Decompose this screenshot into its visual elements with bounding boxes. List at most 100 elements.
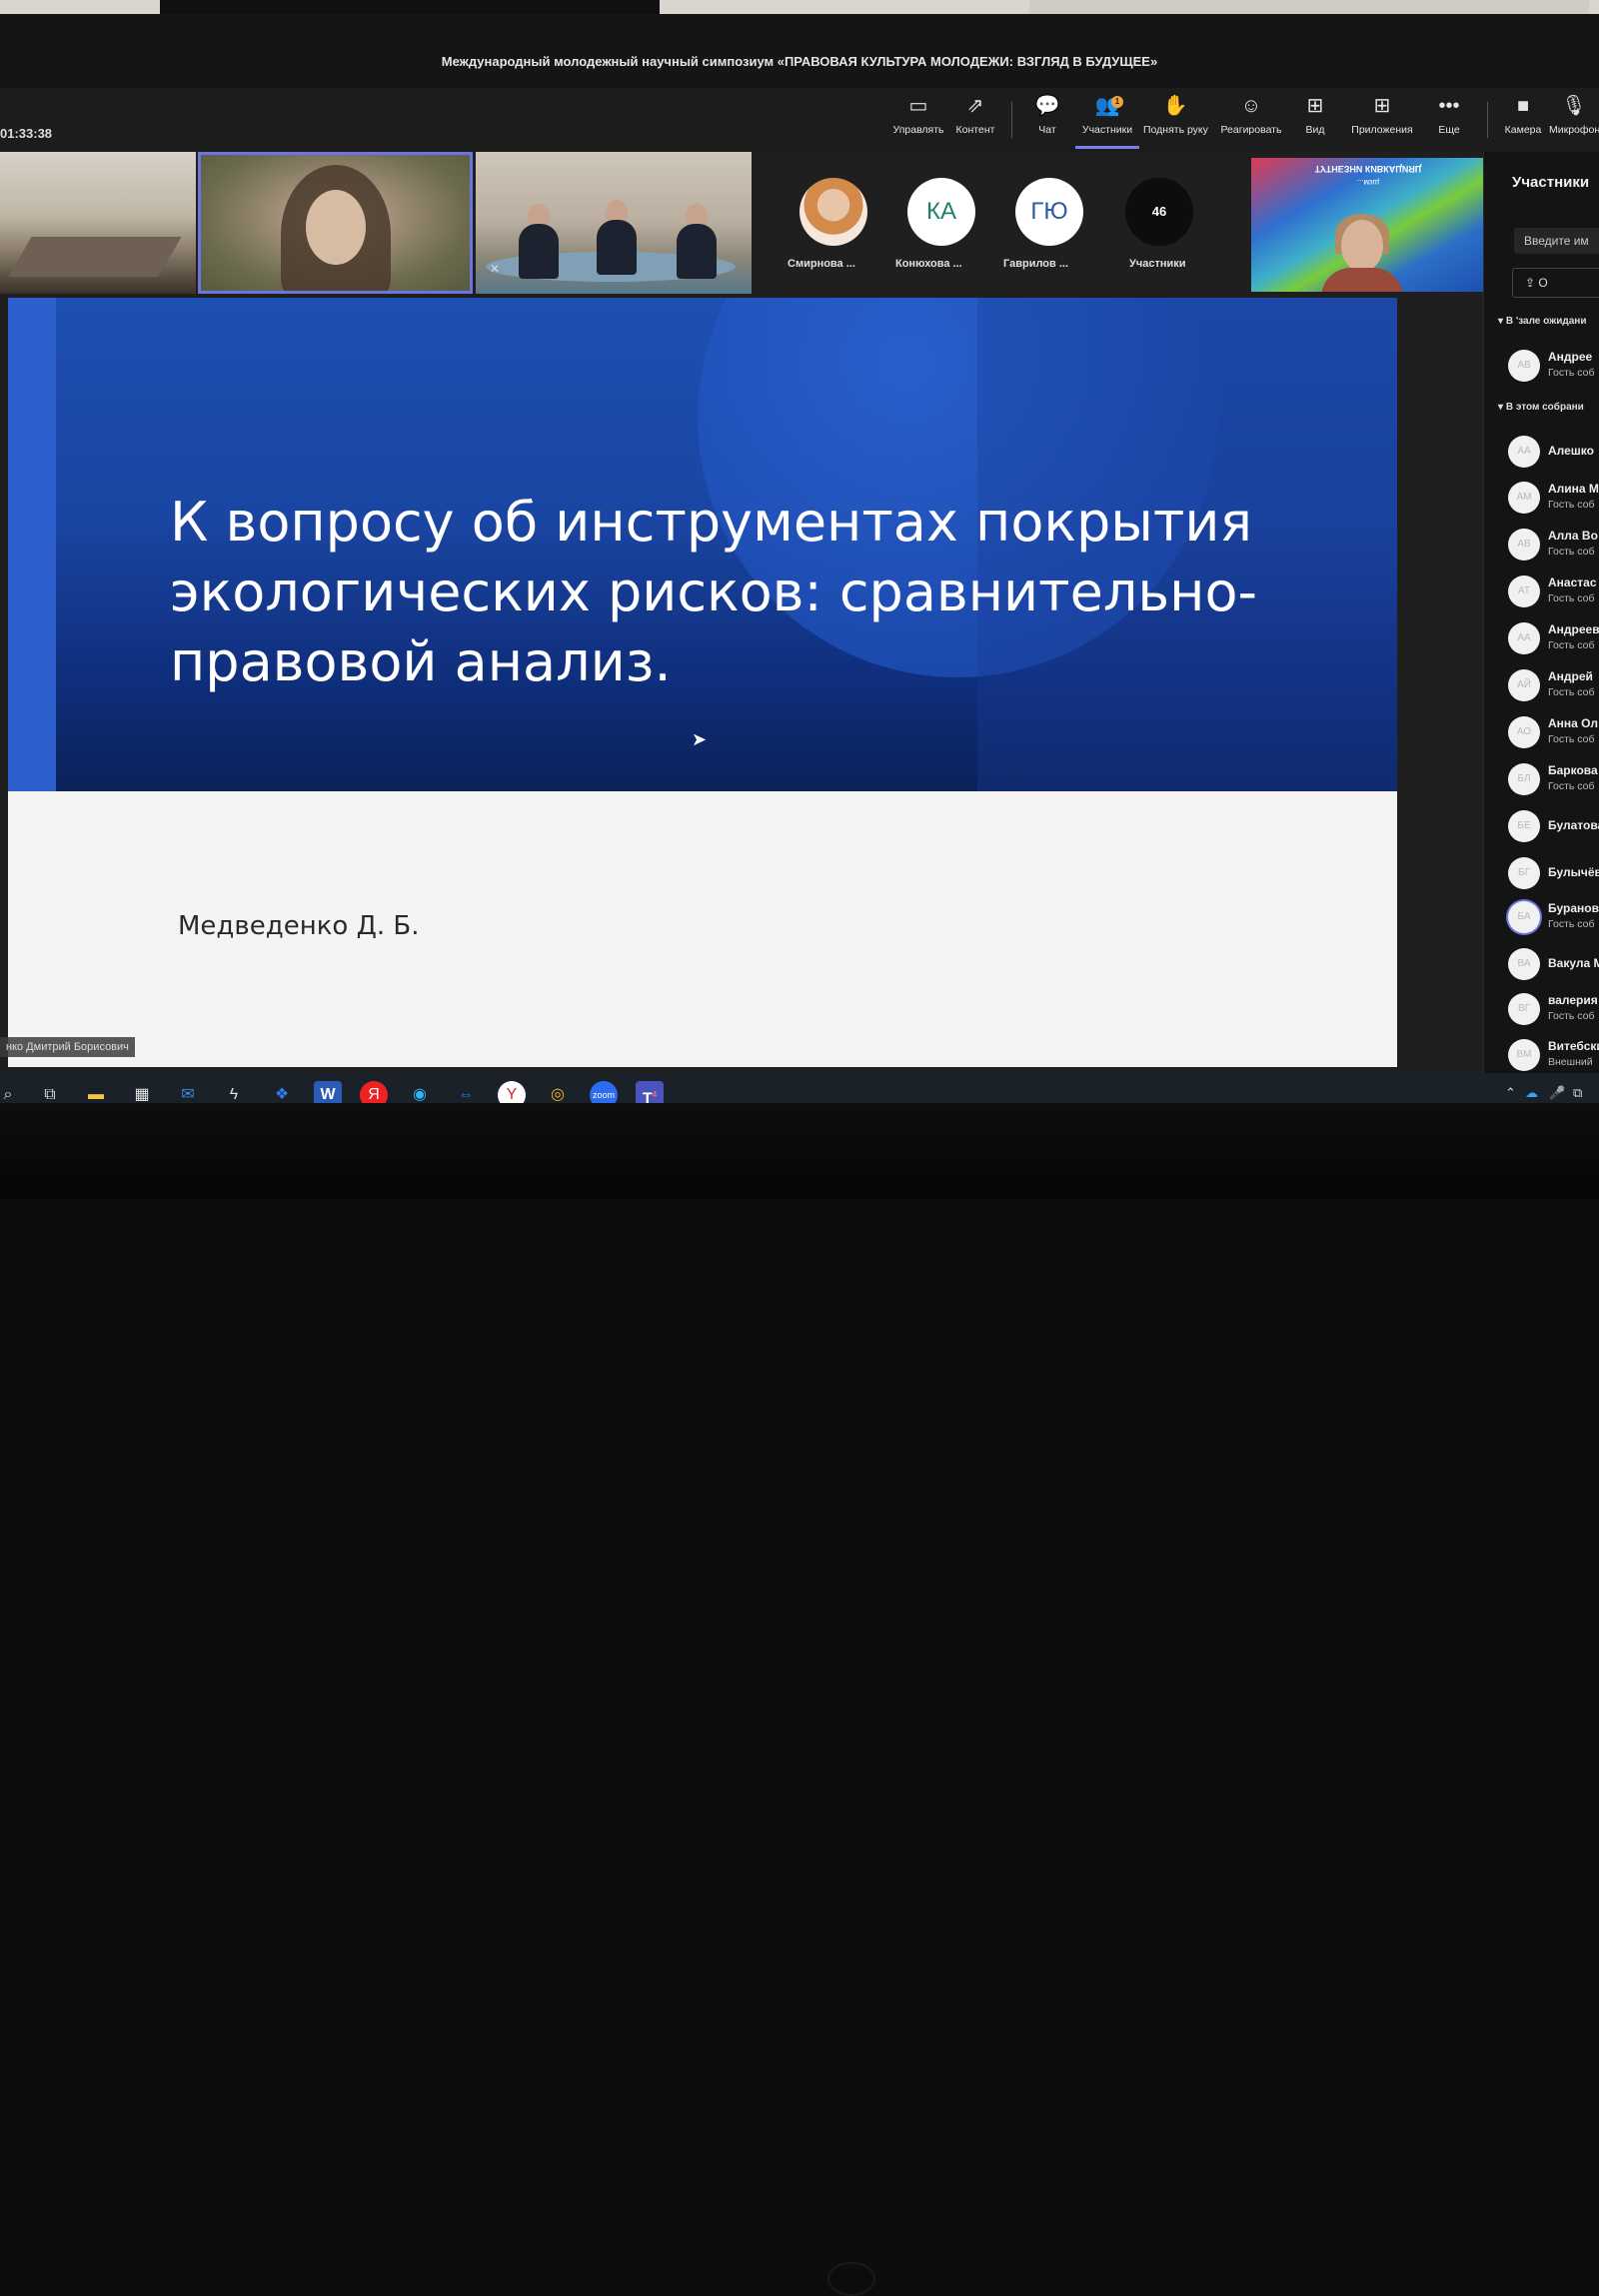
video-tile-active-speaker[interactable] <box>198 152 473 294</box>
panel-title: Участники <box>1512 174 1590 191</box>
mic-off-icon: 🎙 <box>1561 95 1587 117</box>
person-face <box>306 190 366 265</box>
list-item[interactable]: АА Алешко <box>1508 434 1599 474</box>
participant-avatar[interactable]: ГЮ <box>1015 178 1083 246</box>
avatar: АВ <box>1508 529 1540 561</box>
avatar: БЛ <box>1508 763 1540 795</box>
microphone-icon[interactable]: 🎤 <box>1549 1085 1565 1101</box>
manage-button[interactable]: ▭ Управлять <box>886 94 950 146</box>
list-item[interactable]: АТ Анастас Гость соб <box>1508 574 1599 613</box>
avatar: АА <box>1508 622 1540 654</box>
chat-icon: 💬 <box>1034 95 1060 117</box>
meeting-title: Международный молодежный научный симпози… <box>441 54 1158 69</box>
in-meeting-section[interactable]: ▾ В этом собрани <box>1498 402 1584 413</box>
slide-title: К вопросу об инструментах покрытия эколо… <box>170 491 1257 693</box>
chat-button[interactable]: 💬 Чат <box>1015 94 1079 146</box>
list-item[interactable]: БА Буранов Гость соб <box>1508 899 1599 939</box>
banner-text: ...мзщ <box>1356 178 1380 187</box>
list-item[interactable]: АЙ Андрей Гость соб <box>1508 667 1599 707</box>
camera-button[interactable]: ■ Камера <box>1491 94 1555 146</box>
slide-author: Медведенко Д. Б. <box>178 911 420 941</box>
participants-count-avatar[interactable]: 46 <box>1125 178 1193 246</box>
person-face <box>1341 220 1383 272</box>
banner-text: ТУТНЕЗНИ КИВКАЦИЯЦ <box>1314 164 1422 174</box>
waiting-room-section[interactable]: ▾ В 'зале ожидани <box>1498 316 1586 327</box>
shared-presentation-slide[interactable]: К вопросу об инструментах покрытия эколо… <box>8 298 1397 1067</box>
hand-icon: ✋ <box>1162 95 1188 117</box>
share-invite-button[interactable]: ⇪ О <box>1512 268 1599 298</box>
onedrive-icon[interactable]: ☁ <box>1525 1085 1538 1101</box>
share-icon: ⇪ <box>1525 276 1539 290</box>
network-icon[interactable]: ⧉ <box>1573 1085 1582 1101</box>
people-icon: 👥 <box>1094 95 1120 117</box>
list-item[interactable]: АВ Андрее Гость соб <box>1508 348 1599 388</box>
avatar: ВГ <box>1508 993 1540 1025</box>
avatar: АО <box>1508 716 1540 748</box>
avatar: БГ <box>1508 857 1540 889</box>
react-button[interactable]: ☺ Реагировать <box>1219 94 1283 146</box>
mic-button[interactable]: 🎙 Микрофон <box>1549 94 1599 146</box>
avatar: АВ <box>1508 350 1540 382</box>
mouse-cursor-icon: ➤ <box>692 729 708 749</box>
share-content-button[interactable]: ⇗ Контент <box>943 94 1007 146</box>
monitor-icon: ▭ <box>908 95 928 117</box>
person-body <box>597 220 637 275</box>
list-item[interactable]: АО Анна Ол Гость соб <box>1508 714 1599 754</box>
avatar: БЕ <box>1508 810 1540 842</box>
toolbar-divider <box>1011 102 1012 138</box>
avatar: ВА <box>1508 948 1540 980</box>
list-item[interactable]: БГ Булычёв <box>1508 855 1599 895</box>
participant-name: Конюхова ... <box>895 258 962 270</box>
avatar: АТ <box>1508 575 1540 607</box>
raise-hand-button[interactable]: ✋ Поднять руку <box>1143 94 1208 146</box>
participants-count-label: Участники <box>1129 258 1186 270</box>
plus-square-icon: ⊞ <box>1373 95 1391 117</box>
participants-badge: 1 <box>1111 96 1123 108</box>
list-item[interactable]: БЕ Булатова <box>1508 808 1599 848</box>
grid-icon: ⊞ <box>1306 95 1324 117</box>
monitor-screen: Международный молодежный научный симпози… <box>0 14 1599 1117</box>
smiley-icon: ☺ <box>1240 95 1262 117</box>
person-body <box>519 224 559 279</box>
participant-avatar[interactable] <box>800 178 867 246</box>
avatar: АА <box>1508 436 1540 468</box>
avatar: ВМ <box>1508 1039 1540 1071</box>
participants-button[interactable]: 👥 1 Участники <box>1075 94 1139 149</box>
video-tile-presenter[interactable]: ТУТНЕЗНИ КИВКАЦИЯЦ ...мзщ <box>1251 158 1485 292</box>
more-dots-icon: ••• <box>1438 95 1460 117</box>
person-body <box>677 224 717 279</box>
share-screen-icon: ⇗ <box>966 95 984 117</box>
list-item[interactable]: АА Андреев Гость соб <box>1508 620 1599 660</box>
video-tile-panel[interactable]: ✕ <box>476 152 752 294</box>
slide-accent-strip <box>8 298 56 791</box>
meeting-title-bar: Международный молодежный научный симпози… <box>0 14 1599 88</box>
list-item[interactable]: ВА Вакула М <box>1508 946 1599 986</box>
avatar: АМ <box>1508 482 1540 514</box>
participant-avatar[interactable]: КА <box>907 178 975 246</box>
participants-panel: Участники Введите им ⇪ О ▾ В 'зале ожида… <box>1483 152 1599 1086</box>
participant-search-input[interactable]: Введите им <box>1514 228 1599 254</box>
list-item[interactable]: ВГ валерия Гость соб <box>1508 991 1599 1031</box>
chevron-up-icon[interactable]: ⌃ <box>1505 1085 1516 1101</box>
list-item[interactable]: БЛ Баркова Гость соб <box>1508 761 1599 801</box>
participant-name: Смирнова ... <box>788 258 855 270</box>
toolbar-divider <box>1487 102 1488 138</box>
hp-logo-icon <box>827 2262 875 2296</box>
list-item[interactable]: ВМ Витебски Внешний <box>1508 1037 1599 1077</box>
list-item[interactable]: АВ Алла Во Гость соб <box>1508 527 1599 567</box>
more-button[interactable]: ••• Еще <box>1417 94 1481 146</box>
person-body <box>1321 268 1403 292</box>
meeting-toolbar: 01:33:38 ▭ Управлять ⇗ Контент 💬 Чат 👥 1… <box>0 88 1599 152</box>
camera-icon: ■ <box>1516 95 1530 117</box>
speaker-name-tag: нко Дмитрий Борисович <box>0 1037 135 1057</box>
monitor-bezel <box>0 1103 1599 2296</box>
participant-name: Гаврилов ... <box>1003 258 1069 270</box>
video-tile-room[interactable] <box>0 152 196 294</box>
slide-header-area: К вопросу об инструментах покрытия эколо… <box>8 298 1397 791</box>
list-item[interactable]: АМ Алина М Гость соб <box>1508 480 1599 520</box>
meeting-timer: 01:33:38 <box>0 126 53 141</box>
avatar: АЙ <box>1508 669 1540 701</box>
view-button[interactable]: ⊞ Вид <box>1283 94 1347 146</box>
apps-button[interactable]: ⊞ Приложения <box>1350 94 1414 146</box>
conference-table <box>8 237 182 277</box>
